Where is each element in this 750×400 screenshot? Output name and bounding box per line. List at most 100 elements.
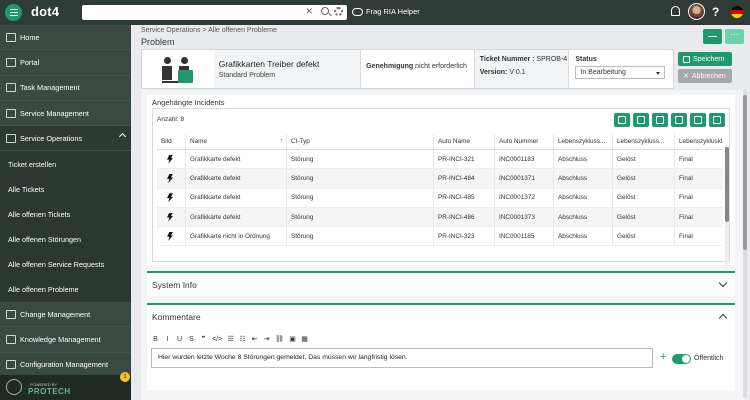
numbered-list-icon[interactable]: ☷: [239, 335, 246, 343]
incidents-title: Angehängte Incidents: [152, 98, 225, 107]
search-icon[interactable]: [321, 7, 329, 15]
gear-icon[interactable]: [334, 7, 343, 16]
sidebar-subitem-alle-tickets[interactable]: Alle Tickets: [0, 176, 131, 202]
link-icon[interactable]: ⛓: [275, 335, 284, 343]
add-icon[interactable]: [633, 113, 649, 127]
underline-icon[interactable]: U: [176, 336, 183, 343]
comment-input[interactable]: Hier wurden letzte Woche 8 Störungen gem…: [151, 348, 653, 368]
system-info-section[interactable]: System Info: [147, 271, 735, 296]
table-cell: Störung: [287, 227, 434, 246]
flag-de-icon[interactable]: [731, 6, 743, 18]
more-button[interactable]: ···: [725, 29, 744, 44]
table-cell: PR-INCI-485: [434, 188, 495, 207]
column-header[interactable]: Lebenszykluss...: [554, 134, 613, 149]
column-header[interactable]: Lebenszykluss...: [613, 134, 675, 149]
bold-icon[interactable]: B: [152, 336, 159, 343]
image-icon[interactable]: ▣: [289, 335, 296, 343]
sidebar-item-home[interactable]: Home: [0, 25, 131, 51]
table-icon[interactable]: ▦: [301, 335, 308, 343]
powered-by-footer: POWERED BY PROTECH 1: [0, 372, 131, 400]
export-icon[interactable]: [671, 113, 687, 127]
strikethrough-icon[interactable]: S: [188, 336, 195, 343]
add-comment-icon[interactable]: +: [660, 351, 666, 363]
editor-toolbar: B I U S ❞ </> ☰ ☷ ⇤ ⇥ ⛓ ▣ ▦: [152, 335, 308, 344]
avatar[interactable]: [688, 3, 705, 20]
status-select[interactable]: In Bearbeitung: [575, 66, 666, 79]
edit-icon[interactable]: [614, 113, 630, 127]
approval-value: nicht erforderlich: [415, 63, 467, 70]
scrollbar-thumb[interactable]: [743, 95, 747, 250]
sort-asc-icon[interactable]: ↑: [280, 138, 284, 145]
table-cell: Grafikkarte defekt: [186, 188, 287, 207]
upload-icon[interactable]: [178, 70, 193, 83]
table-cell: Grafikkarte defekt: [186, 169, 287, 188]
table-cell: Gelöst: [613, 207, 675, 227]
table-scrollbar-thumb[interactable]: [725, 147, 729, 222]
chevron-up-icon[interactable]: [718, 313, 728, 323]
app-logo[interactable]: dot4: [31, 4, 59, 19]
share-button[interactable]: [703, 29, 722, 44]
sidebar-item-service-management[interactable]: Service Management: [0, 101, 131, 127]
sidebar-subitem-ticket-erstellen[interactable]: Ticket erstellen: [0, 151, 131, 177]
ria-helper-button[interactable]: Frag RIA Helper: [352, 7, 420, 16]
chevron-up-icon[interactable]: [118, 133, 127, 141]
table-header: Bild Name ↑ CI-Typ Auto Name Auto Nummer …: [157, 134, 723, 150]
help-icon[interactable]: ?: [712, 5, 719, 19]
outdent-icon[interactable]: ⇤: [251, 335, 258, 343]
table-cell: Abschluss: [554, 227, 613, 246]
quote-icon[interactable]: ❞: [200, 335, 207, 343]
sidebar-item-task-management[interactable]: Task Management: [0, 76, 131, 101]
filter-icon[interactable]: [690, 113, 706, 127]
scrollbar[interactable]: [743, 90, 747, 398]
save-button[interactable]: Speichern: [678, 52, 732, 66]
sidebar-item-service-operations[interactable]: Service Operations: [0, 126, 131, 152]
table-cell: PR-INCI-486: [434, 207, 495, 227]
column-header[interactable]: Lebenszyklusklas...: [675, 134, 723, 149]
problem-name: Grafikkarten Treiber defekt: [218, 59, 320, 69]
column-header[interactable]: Bild: [157, 134, 186, 149]
cancel-button[interactable]: ✕ Abbrechen: [678, 69, 732, 83]
sidebar-subitem-alle-offenen-stoerungen[interactable]: Alle offenen Störungen: [0, 226, 131, 252]
table-cell: Gelöst: [613, 150, 675, 169]
indent-icon[interactable]: ⇥: [263, 335, 270, 343]
menu-icon[interactable]: [5, 4, 22, 21]
notification-badge[interactable]: 1: [120, 372, 130, 382]
sidebar-item-label: Portal: [20, 57, 40, 67]
sidebar-subitem-alle-offenen-tickets[interactable]: Alle offenen Tickets: [0, 201, 131, 227]
sidebar-subitem-alle-offenen-probleme[interactable]: Alle offenen Probleme: [0, 276, 131, 303]
italic-icon[interactable]: I: [164, 336, 171, 343]
chevron-down-icon[interactable]: [718, 278, 728, 288]
clear-icon[interactable]: ✕: [305, 6, 313, 17]
table-row[interactable]: Grafikkarte defekt Störung PR-INCI-321 INC0…: [157, 150, 723, 170]
status-label: Status: [575, 56, 597, 63]
incidents-table: Bild Name ↑ CI-Typ Auto Name Auto Nummer …: [157, 134, 723, 247]
table-scrollbar[interactable]: [725, 145, 729, 265]
top-bar: dot4 ✕ Frag RIA Helper ?: [0, 0, 750, 25]
code-icon[interactable]: </>: [212, 336, 222, 343]
column-header[interactable]: CI-Typ: [287, 134, 434, 149]
table-row[interactable]: Grafikkarte defekt Störung PR-INCI-486 INC0…: [157, 207, 723, 228]
sidebar-item-change-management[interactable]: Change Management: [0, 302, 131, 328]
table-cell: PR-INCI-323: [434, 227, 495, 246]
sidebar-subitem-alle-offenen-service-requests[interactable]: Alle offenen Service Requests: [0, 251, 131, 277]
sidebar-item-knowledge-management[interactable]: Knowledge Management: [0, 327, 131, 353]
save-label: Speichern: [693, 55, 725, 63]
columns-icon[interactable]: [709, 113, 725, 127]
table-row[interactable]: Grafikkarte defekt Störung PR-INCI-484 INC0…: [157, 169, 723, 189]
bullet-list-icon[interactable]: ☰: [227, 335, 234, 343]
table-cell: Final: [679, 194, 693, 202]
breadcrumb[interactable]: Service Operations > Alle offenen Proble…: [141, 27, 277, 34]
table-row[interactable]: Grafikkarte defekt Störung PR-INCI-485 INC0…: [157, 188, 723, 208]
table-cell: Störung: [287, 150, 434, 169]
bookmark-icon[interactable]: [652, 113, 668, 127]
column-header[interactable]: Auto Name: [434, 134, 495, 149]
table-row[interactable]: Grafikkarte nicht in Ordnung Störung PR-IN…: [157, 227, 723, 247]
configuration-icon: [6, 360, 16, 370]
column-header[interactable]: Auto Nummer: [495, 134, 554, 149]
public-toggle[interactable]: [672, 354, 691, 364]
column-header[interactable]: Name ↑: [186, 134, 287, 149]
bell-icon[interactable]: [671, 6, 680, 16]
search-input[interactable]: ✕: [82, 5, 347, 20]
sidebar-item-portal[interactable]: Portal: [0, 50, 131, 76]
table-cell: Gelöst: [613, 188, 675, 207]
